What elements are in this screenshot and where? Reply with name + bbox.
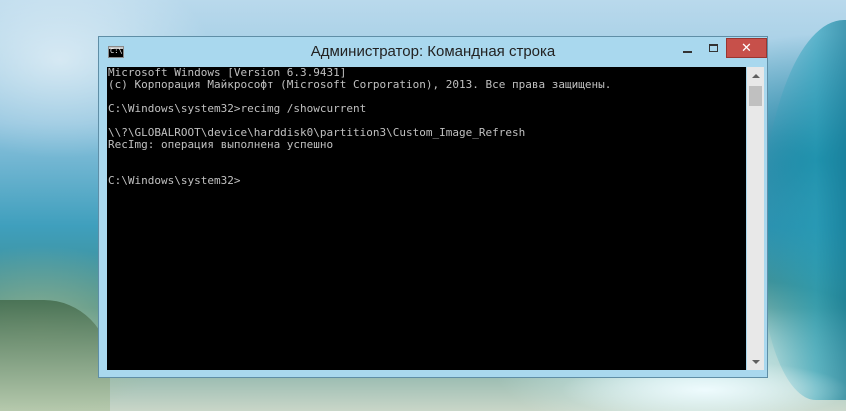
maximize-icon	[708, 44, 718, 52]
maximize-button[interactable]	[700, 38, 726, 58]
arrow-down-icon	[751, 359, 760, 364]
minimize-icon	[682, 51, 692, 53]
console-line: RecImg: операция выполнена успешно	[108, 138, 334, 151]
wallpaper-wave	[760, 20, 846, 400]
console-line: (c) Корпорация Майкрософт (Microsoft Cor…	[108, 78, 612, 91]
window-title: Администратор: Командная строка	[310, 43, 556, 60]
close-button[interactable]: ✕	[726, 38, 767, 58]
scroll-up-button[interactable]	[747, 67, 764, 84]
command-prompt-window[interactable]: C:\ Администратор: Командная строка ✕ Mi…	[98, 36, 768, 378]
scrollbar-thumb[interactable]	[749, 86, 762, 106]
scroll-down-button[interactable]	[747, 353, 764, 370]
title-bar[interactable]: C:\ Администратор: Командная строка ✕	[99, 37, 767, 67]
close-icon: ✕	[741, 40, 752, 56]
vertical-scrollbar[interactable]	[747, 67, 764, 370]
arrow-up-icon	[751, 73, 760, 78]
console-prompt[interactable]: C:\Windows\system32>	[107, 175, 746, 187]
console-output[interactable]: Microsoft Windows [Version 6.3.9431] (c)…	[107, 67, 746, 370]
minimize-button[interactable]	[674, 38, 700, 58]
wallpaper-shore	[0, 300, 110, 411]
console-line: C:\Windows\system32>recimg /showcurrent	[108, 102, 367, 115]
